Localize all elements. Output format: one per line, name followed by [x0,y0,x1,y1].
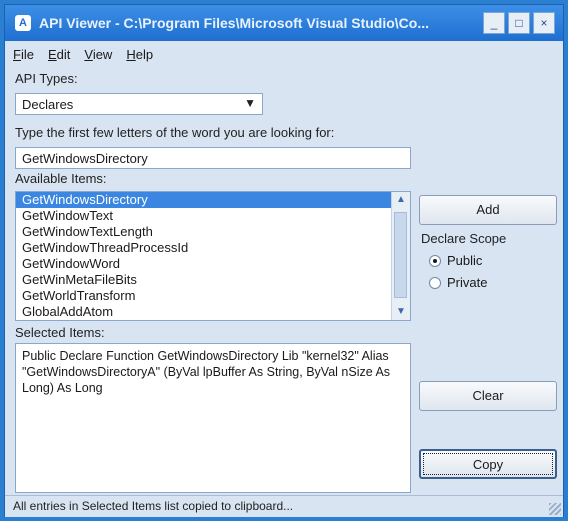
scroll-thumb[interactable] [394,212,407,298]
selected-items-text[interactable]: Public Declare Function GetWindowsDirect… [15,343,411,493]
menu-edit[interactable]: Edit [48,47,70,67]
radio-checked-icon[interactable] [429,254,441,267]
available-items-label: Available Items: [15,171,107,186]
menu-help[interactable]: Help [126,47,153,67]
list-item[interactable]: GetWindowThreadProcessId [16,240,410,256]
api-types-label: API Types: [15,71,78,86]
radio-public[interactable]: Public [429,253,482,268]
title-bar[interactable]: A API Viewer - C:\Program Files\Microsof… [5,5,563,41]
dropdown-arrow-icon[interactable]: ▼ [244,96,256,110]
list-item[interactable]: GlobalAddAtom [16,304,410,320]
search-label: Type the first few letters of the word y… [15,125,335,140]
selected-items-label: Selected Items: [15,325,105,340]
api-types-dropdown[interactable]: Declares ▼ [15,93,263,115]
radio-public-label: Public [447,253,483,268]
menu-file[interactable]: File [13,47,34,67]
maximize-button[interactable]: □ [508,12,530,34]
list-item[interactable]: GetWindowTextLength [16,224,410,240]
declare-scope-label: Declare Scope [421,231,507,246]
status-bar: All entries in Selected Items list copie… [5,495,563,517]
menu-bar: File Edit View Help [13,47,153,67]
list-item[interactable]: GetWindowText [16,208,410,224]
available-items-list[interactable]: GetWindowsDirectory GetWindowText GetWin… [15,191,411,321]
radio-private[interactable]: Private [429,275,487,290]
window-title: API Viewer - C:\Program Files\Microsoft … [39,15,430,31]
api-types-value: Declares [22,97,74,112]
radio-private-label: Private [447,275,488,290]
status-message: All entries in Selected Items list copie… [13,499,294,513]
list-item[interactable]: GetWindowWord [16,256,410,272]
declare-scope-group: Declare Scope Public Private [419,231,563,303]
app-icon: A [15,15,31,31]
list-scrollbar[interactable]: ▲ ▼ [391,192,410,320]
resize-grip-icon[interactable] [549,503,561,515]
scroll-down-icon[interactable]: ▼ [392,304,410,320]
search-input[interactable] [15,147,411,169]
scroll-up-icon[interactable]: ▲ [392,192,410,208]
list-item[interactable]: GetWorldTransform [16,288,410,304]
minimize-button[interactable]: _ [483,12,505,34]
list-item[interactable]: GetWindowsDirectory [16,192,392,208]
api-viewer-window: A API Viewer - C:\Program Files\Microsof… [4,4,564,517]
copy-button[interactable]: Copy [419,449,557,479]
add-button[interactable]: Add [419,195,557,225]
clear-button[interactable]: Clear [419,381,557,411]
list-item[interactable]: GetWinMetaFileBits [16,272,410,288]
menu-view[interactable]: View [84,47,112,67]
close-button[interactable]: × [533,12,555,34]
radio-unchecked-icon[interactable] [429,276,441,289]
